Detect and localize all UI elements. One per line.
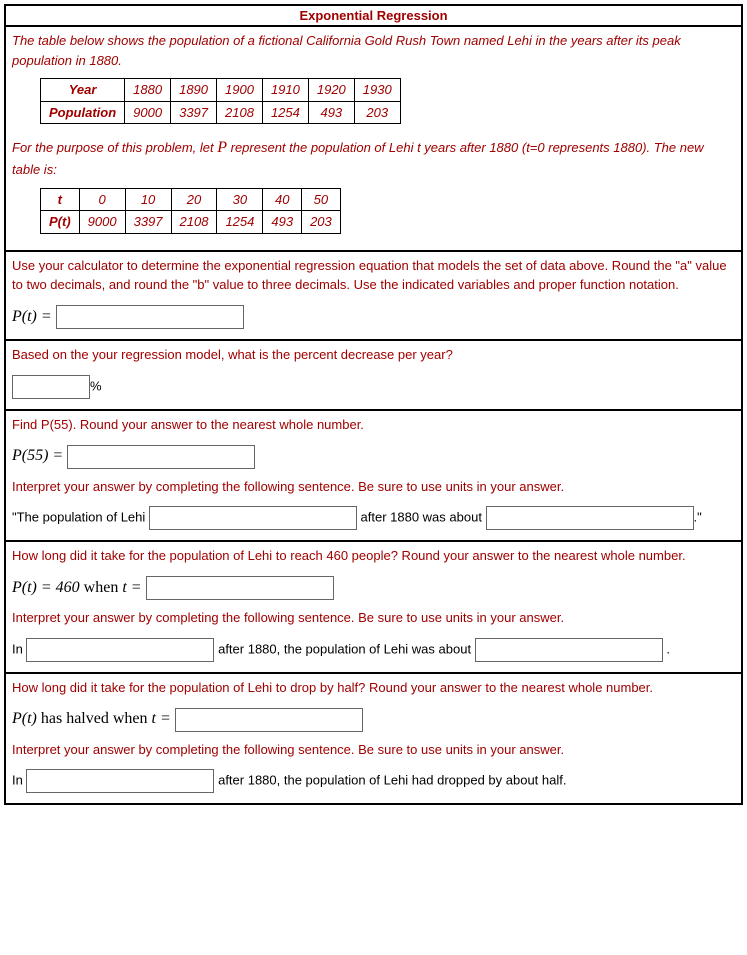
- q2-section: Based on the your regression model, what…: [6, 341, 741, 411]
- s5b-text: after 1880, the population of Lehi had d…: [218, 773, 566, 788]
- pt460-label-c: t =: [122, 579, 145, 596]
- pthalf-c: t =: [152, 710, 175, 727]
- p55-sentence-input-2[interactable]: [486, 506, 694, 530]
- intro-section: The table below shows the population of …: [6, 27, 741, 252]
- q5-prompt: How long did it take for the population …: [12, 678, 735, 698]
- q1-prompt: Use your calculator to determine the exp…: [12, 256, 735, 295]
- th-pt: P(t): [41, 211, 80, 234]
- pthalf-b: has halved when: [37, 710, 152, 727]
- s3b-text: after 1880 was about: [361, 510, 486, 525]
- intro-text-2: For the purpose of this problem, let P r…: [12, 136, 735, 180]
- q5b-prompt: Interpret your answer by completing the …: [12, 740, 735, 760]
- q1-section: Use your calculator to determine the exp…: [6, 252, 741, 342]
- pt460-label-b: when: [80, 579, 123, 596]
- t460-sentence-input-1[interactable]: [26, 638, 214, 662]
- t460-sentence-input-2[interactable]: [475, 638, 663, 662]
- pt460-label-a: P(t) = 460: [12, 579, 80, 596]
- percent-decrease-input[interactable]: [12, 375, 90, 399]
- th-t: t: [41, 188, 80, 211]
- t-pt-table: t 0 10 20 30 40 50 P(t) 9000 3397 2108 1…: [40, 188, 341, 234]
- q3b-prompt: Interpret your answer by completing the …: [12, 477, 735, 497]
- pt-equation-input[interactable]: [56, 305, 244, 329]
- s3a-text: "The population of Lehi: [12, 510, 149, 525]
- p55-label: P(55) =: [12, 447, 67, 464]
- p55-input[interactable]: [67, 445, 255, 469]
- intro-text-1: The table below shows the population of …: [12, 31, 735, 70]
- s4b-text: after 1880, the population of Lehi was a…: [218, 641, 475, 656]
- s4c-text: .: [666, 641, 670, 656]
- pt-eq-label: P(t) =: [12, 308, 56, 325]
- pct-label: %: [90, 378, 102, 393]
- p55-sentence-input-1[interactable]: [149, 506, 357, 530]
- th-pop: Population: [41, 101, 125, 124]
- thalf-input[interactable]: [175, 708, 363, 732]
- t460-input[interactable]: [146, 576, 334, 600]
- pthalf-a: P(t): [12, 710, 37, 727]
- year-population-table: Year 1880 1890 1900 1910 1920 1930 Popul…: [40, 78, 401, 124]
- q4-prompt: How long did it take for the population …: [12, 546, 735, 566]
- q3-section: Find P(55). Round your answer to the nea…: [6, 411, 741, 543]
- s5a-text: In: [12, 773, 26, 788]
- q3-prompt: Find P(55). Round your answer to the nea…: [12, 415, 735, 435]
- page-title: Exponential Regression: [6, 6, 741, 27]
- s3c-text: .": [694, 510, 702, 525]
- th-year: Year: [41, 79, 125, 102]
- s4a-text: In: [12, 641, 26, 656]
- problem-container: Exponential Regression The table below s…: [4, 4, 743, 805]
- q5-section: How long did it take for the population …: [6, 674, 741, 804]
- q4b-prompt: Interpret your answer by completing the …: [12, 608, 735, 628]
- thalf-sentence-input[interactable]: [26, 769, 214, 793]
- q4-section: How long did it take for the population …: [6, 542, 741, 674]
- q2-prompt: Based on the your regression model, what…: [12, 345, 735, 365]
